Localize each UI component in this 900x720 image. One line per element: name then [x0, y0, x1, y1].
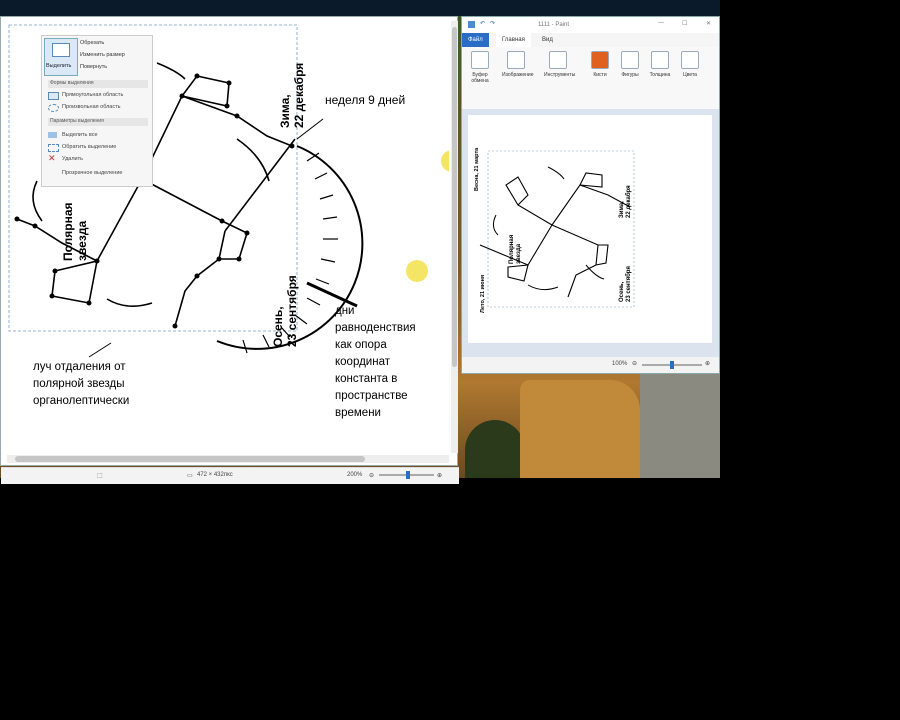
shapes-section-header: Формы выделения: [48, 80, 148, 88]
shapes-group[interactable]: Фигуры: [616, 51, 644, 78]
summer-label-small: Лето, 21 июня: [480, 274, 486, 313]
image-size-text: 472 × 432пкс: [197, 472, 233, 478]
tools-icon: [549, 51, 567, 69]
ribbon: Буфер обмена Изображение Инструменты Кис…: [462, 47, 719, 110]
spring-label-small: Весна, 21 марта: [474, 147, 480, 191]
tab-view[interactable]: Вид: [536, 33, 559, 47]
taskbar-strip: [0, 0, 720, 16]
delete-item[interactable]: Удалить: [62, 156, 83, 162]
window-title: 1111 - Paint: [538, 22, 570, 28]
maximize-button[interactable]: ☐: [682, 20, 687, 27]
zoom-slider-thumb[interactable]: [406, 471, 410, 479]
wallpaper-rock: [640, 370, 720, 478]
crop-button[interactable]: Обрезать: [80, 40, 104, 46]
undo-icon[interactable]: ↶: [480, 20, 485, 27]
drawing-canvas-small[interactable]: Зима, 22 декабря Осень, 23 сентября Поля…: [468, 115, 712, 343]
resize-button[interactable]: Изменить размер: [80, 52, 125, 58]
winter-label: Зима, 22 декабря: [278, 62, 306, 128]
zoom-out-button[interactable]: ⊖: [369, 472, 374, 479]
ray-annotation: луч отдаления от полярной звезды органол…: [33, 361, 130, 407]
ribbon-tabs: Файл Главная Вид: [462, 33, 719, 47]
redo-icon[interactable]: ↷: [490, 20, 495, 27]
clipboard-group[interactable]: Буфер обмена: [466, 51, 494, 84]
select-all-item[interactable]: Выделить все: [62, 132, 98, 138]
brushes-group[interactable]: Кисти: [586, 51, 614, 78]
image-size-icon: ▭: [187, 473, 193, 479]
polar-star-label: Полярная звезда: [61, 202, 89, 261]
rectangle-select-item[interactable]: Прямоугольная область: [62, 92, 123, 98]
status-bar-small: 100% ⊖ ⊕: [462, 357, 719, 373]
status-bar: ⬚ ▭ 472 × 432пкс 200% ⊖ ⊕: [1, 467, 459, 484]
scroll-thumb[interactable]: [452, 27, 457, 367]
paint-window-secondary[interactable]: ↶ ↷ 1111 - Paint — ☐ ✕ Файл Главная Вид …: [461, 16, 720, 374]
zoom-level-small: 100%: [612, 361, 628, 367]
zoom-in-button[interactable]: ⊕: [437, 472, 442, 479]
autumn-label: Осень, 23 сентября: [271, 275, 299, 347]
winter-label-small: Зима, 22 декабря: [619, 185, 632, 218]
wallpaper-tree: [465, 420, 525, 478]
params-section-header: Параметры выделения: [48, 118, 148, 126]
freeform-select-icon: [48, 104, 59, 112]
title-bar[interactable]: ↶ ↷ 1111 - Paint — ☐ ✕: [462, 17, 719, 33]
canvas-area[interactable]: Зима, 22 декабря Осень, 23 сентября Поля…: [462, 109, 719, 357]
cursor-highlight: [441, 150, 463, 172]
zoom-out-button[interactable]: ⊖: [632, 360, 637, 367]
clipboard-icon: [471, 51, 489, 69]
invert-selection-icon: [48, 144, 59, 152]
vertical-scrollbar[interactable]: [451, 21, 458, 453]
tools-group[interactable]: Инструменты: [544, 51, 575, 78]
equinox-annotation: дни равноденствия как опора координат ко…: [335, 305, 416, 419]
paint-window-main[interactable]: Зима, 22 декабря Осень, 23 сентября Поля…: [0, 16, 463, 484]
delete-icon: ✕: [48, 153, 56, 163]
horizontal-scrollbar[interactable]: [7, 455, 449, 463]
zoom-level: 200%: [347, 472, 363, 478]
select-dropdown[interactable]: Выделить Обрезать Изменить размер Поверн…: [41, 35, 153, 187]
select-tool-label: Выделить: [46, 63, 72, 69]
scroll-thumb[interactable]: [15, 456, 365, 462]
rotate-button[interactable]: Повернуть: [80, 64, 107, 70]
ray-leader-svg: [88, 342, 112, 358]
brush-icon: [591, 51, 609, 69]
size-group[interactable]: Толщина: [646, 51, 674, 78]
select-all-icon: [48, 132, 57, 138]
minimize-button[interactable]: —: [658, 20, 664, 26]
shapes-icon: [621, 51, 639, 69]
selection-icon: ⬚: [97, 473, 103, 479]
constellation-lines: [479, 172, 631, 298]
line-size-icon: [651, 51, 669, 69]
image-icon: [507, 51, 525, 69]
zoom-slider-thumb[interactable]: [670, 361, 674, 369]
cursor-highlight: [406, 260, 428, 282]
invert-selection-item[interactable]: Обратить выделение: [62, 144, 116, 150]
select-tool-button[interactable]: Выделить: [44, 38, 78, 76]
autumn-label-small: Осень, 23 сентября: [619, 266, 632, 302]
tab-home[interactable]: Главная: [496, 33, 531, 47]
week-pointer: [224, 138, 296, 232]
close-button[interactable]: ✕: [706, 20, 711, 27]
polar-star-label-small: Полярная звезда: [509, 234, 522, 264]
tab-file[interactable]: Файл: [462, 33, 489, 47]
zoom-in-button[interactable]: ⊕: [705, 360, 710, 367]
freeform-select-item[interactable]: Произвольная область: [62, 104, 121, 110]
rectangle-select-icon: [48, 92, 59, 100]
image-group[interactable]: Изображение: [502, 51, 534, 78]
transparent-selection-item[interactable]: Прозрачное выделение: [62, 170, 122, 176]
colors-icon: [681, 51, 699, 69]
select-rectangle-icon: [52, 43, 70, 57]
colors-group[interactable]: Цвета: [676, 51, 704, 78]
week-annotation: неделя 9 дней: [325, 93, 406, 107]
wallpaper-rock: [520, 380, 640, 478]
save-icon[interactable]: [468, 21, 475, 28]
